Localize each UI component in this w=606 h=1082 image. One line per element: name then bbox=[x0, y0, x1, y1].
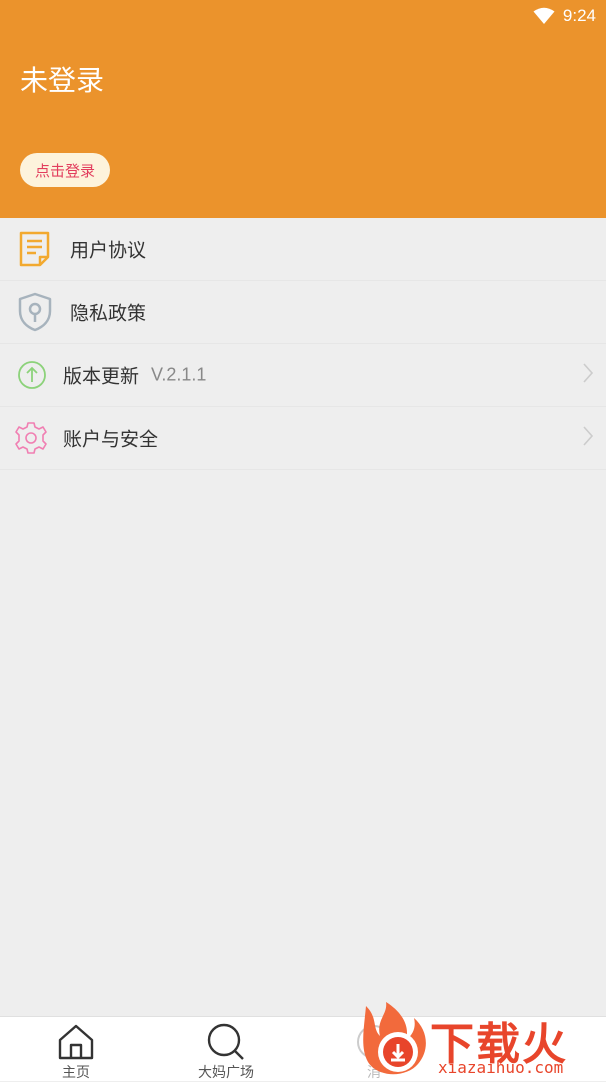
menu-item-privacy-policy[interactable]: 隐私政策 bbox=[0, 281, 606, 344]
menu-item-version-update[interactable]: 版本更新 V.2.1.1 bbox=[0, 344, 606, 407]
status-bar: 9:24 bbox=[533, 4, 596, 28]
version-text: V.2.1.1 bbox=[151, 364, 207, 385]
shield-icon bbox=[17, 292, 53, 332]
flame-logo-icon bbox=[363, 1002, 426, 1075]
watermark-logo: 下载火 xiazaihuo.com bbox=[358, 1000, 606, 1080]
nav-label: 大妈广场 bbox=[198, 1065, 254, 1081]
home-icon bbox=[57, 1023, 95, 1061]
nav-item-home[interactable]: 主页 bbox=[16, 1017, 136, 1081]
menu-item-account-security[interactable]: 账户与安全 bbox=[0, 407, 606, 470]
menu-item-label: 隐私政策 bbox=[70, 302, 147, 325]
menu-item-user-agreement[interactable]: 用户协议 bbox=[0, 218, 606, 281]
wifi-icon bbox=[533, 7, 555, 25]
chevron-right-icon bbox=[582, 425, 594, 451]
menu-item-label: 用户协议 bbox=[70, 239, 147, 262]
document-icon bbox=[18, 230, 52, 268]
settings-menu: 用户协议 隐私政策 版本更新 V.2.1.1 账户与安全 bbox=[0, 218, 606, 470]
profile-header: 9:24 未登录 点击登录 bbox=[0, 0, 606, 218]
user-name: 未登录 bbox=[20, 64, 105, 97]
nav-label: 主页 bbox=[62, 1065, 90, 1081]
search-icon bbox=[206, 1023, 246, 1061]
login-button[interactable]: 点击登录 bbox=[20, 153, 110, 187]
watermark-domain: xiazaihuo.com bbox=[438, 1058, 564, 1077]
nav-item-square[interactable]: 大妈广场 bbox=[166, 1017, 286, 1081]
chevron-right-icon bbox=[582, 362, 594, 388]
menu-item-label: 版本更新 bbox=[63, 365, 140, 388]
status-time: 9:24 bbox=[562, 6, 596, 25]
upload-arrow-icon bbox=[17, 360, 47, 390]
gear-icon bbox=[14, 421, 48, 455]
menu-item-label: 账户与安全 bbox=[63, 428, 159, 451]
